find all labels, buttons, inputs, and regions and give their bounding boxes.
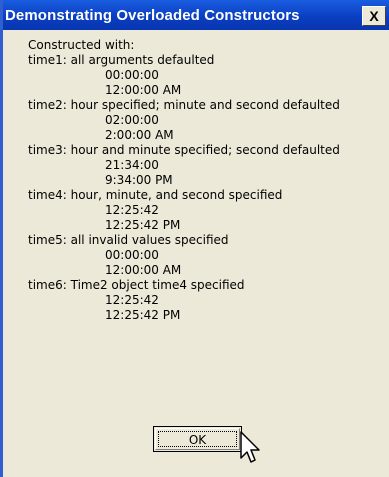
window-title: Demonstrating Overloaded Constructors <box>5 7 300 24</box>
message-heading-line: time5: all invalid values specified <box>28 233 229 247</box>
title-bar[interactable]: Demonstrating Overloaded Constructors X <box>3 0 389 30</box>
ok-button[interactable]: OK <box>153 426 242 452</box>
close-button[interactable]: X <box>362 6 386 26</box>
message-value-line: 12:25:42 PM <box>105 218 181 232</box>
message-value-line: 12:25:42 <box>105 203 159 217</box>
message-heading-line: time3: hour and minute specified; second… <box>28 143 340 157</box>
message-heading-line: Constructed with: <box>28 38 135 52</box>
message-text: Constructed with: time1: all arguments de… <box>28 38 388 323</box>
message-value-line: 02:00:00 <box>105 113 159 127</box>
message-heading-line: time6: Time2 object time4 specified <box>28 278 245 292</box>
close-icon: X <box>369 8 379 24</box>
message-heading-line: time2: hour specified; minute and second… <box>28 98 340 112</box>
message-value-line: 12:25:42 PM <box>105 308 181 322</box>
message-heading-line: time1: all arguments defaulted <box>28 53 215 67</box>
message-value-line: 12:00:00 AM <box>105 263 182 277</box>
message-dialog: Demonstrating Overloaded Constructors X … <box>0 0 389 477</box>
message-value-line: 21:34:00 <box>105 158 159 172</box>
ok-button-label: OK <box>188 433 207 447</box>
message-value-line: 00:00:00 <box>105 248 159 262</box>
message-value-line: 12:00:00 AM <box>105 83 182 97</box>
message-heading-line: time4: hour, minute, and second specifie… <box>28 188 283 202</box>
message-value-line: 9:34:00 PM <box>105 173 173 187</box>
message-value-line: 2:00:00 AM <box>105 128 174 142</box>
message-value-line: 12:25:42 <box>105 293 159 307</box>
message-value-line: 00:00:00 <box>105 68 159 82</box>
mouse-pointer-icon <box>240 431 260 463</box>
